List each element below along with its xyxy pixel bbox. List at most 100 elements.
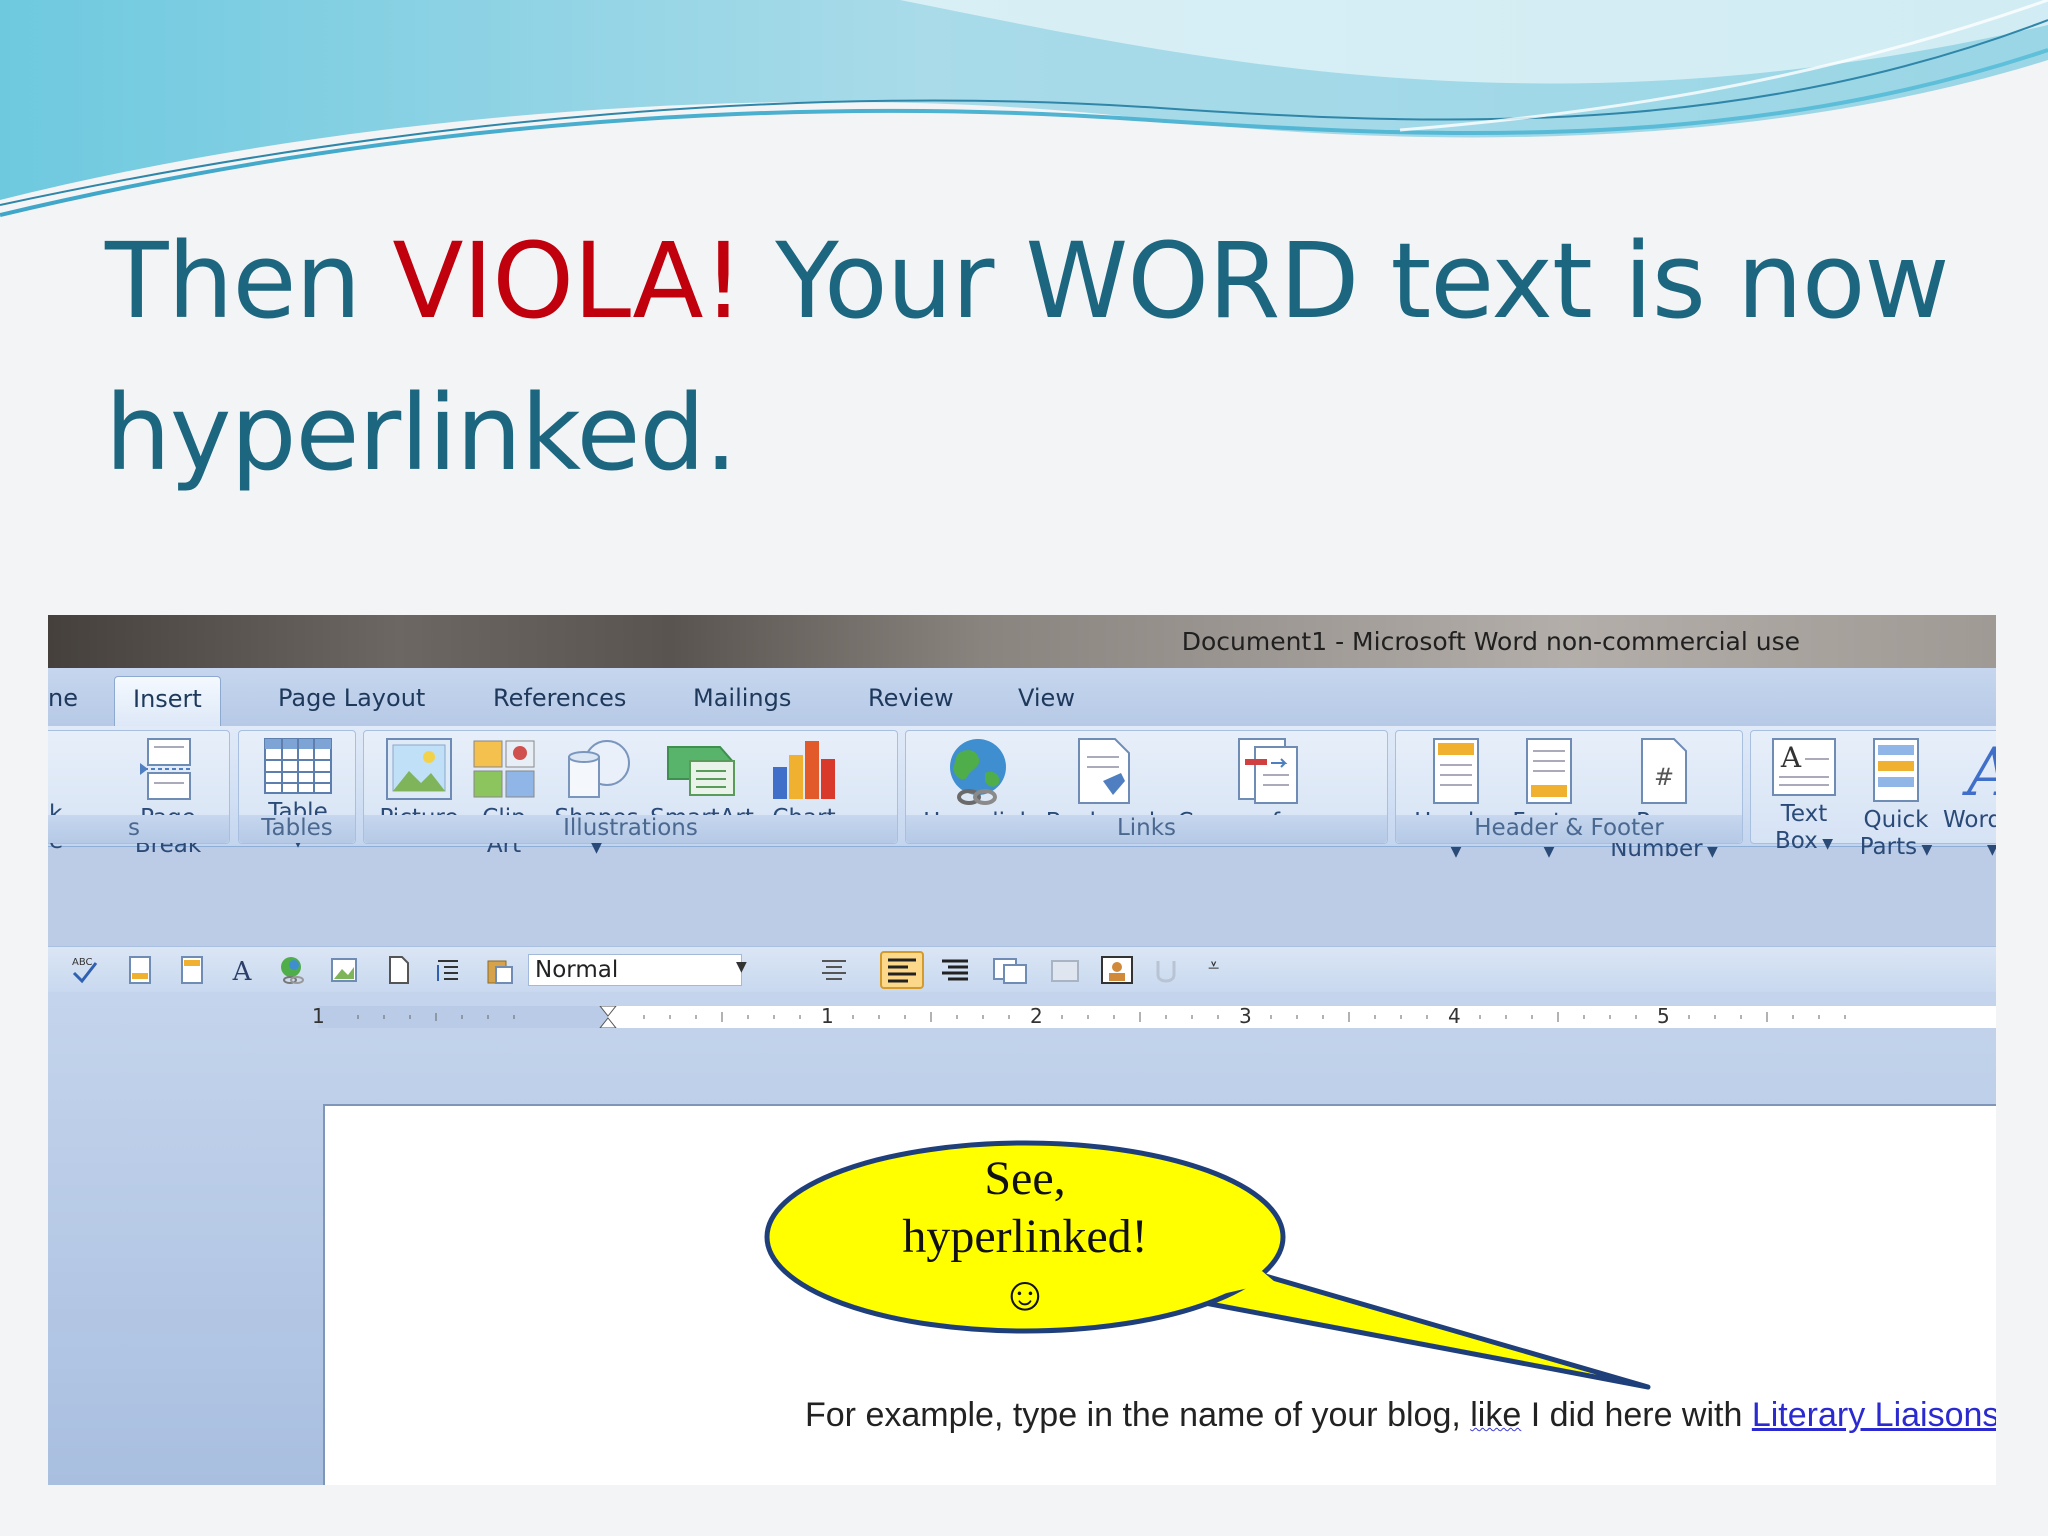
style-select[interactable]: Normal: [528, 954, 742, 986]
header-dropdown-icon: ▼: [1450, 844, 1462, 860]
page-break-icon: [140, 738, 192, 800]
paste-icon[interactable]: [486, 955, 514, 985]
ruler-number: 1: [821, 1004, 834, 1028]
svg-text:A: A: [232, 957, 253, 985]
ruler-number: 4: [1448, 1004, 1461, 1028]
wordart-label: WordA: [1943, 807, 1996, 833]
group-label-header-footer: Header & Footer: [1396, 815, 1742, 843]
text-box-small-icon[interactable]: [992, 955, 1028, 985]
ruler-number: 2: [1030, 1004, 1043, 1028]
horizontal-ruler[interactable]: 1 1 2 3 4 5: [312, 1004, 1996, 1028]
font-color-icon[interactable]: A: [228, 955, 256, 985]
window-titlebar: Document1 - Microsoft Word non-commercia…: [48, 615, 1996, 668]
slide-title: Then VIOLA! Your WORD text is now hyperl…: [105, 205, 1965, 509]
group-header-footer: Header ▼ Footer ▼ # Page: [1395, 730, 1743, 862]
title-accent: VIOLA!: [392, 220, 744, 342]
header-small-icon[interactable]: [126, 955, 154, 985]
ruler-number: 5: [1657, 1004, 1670, 1028]
tab-review[interactable]: Review: [868, 684, 954, 712]
group-illustrations: Picture Clip Art Shapes: [363, 730, 898, 858]
callout-text: See, hyperlinked! ☺: [845, 1150, 1205, 1324]
quick-parts-label-1: Quick: [1863, 807, 1929, 833]
tab-insert[interactable]: Insert: [114, 676, 221, 726]
header-button[interactable]: Header ▼: [1406, 737, 1506, 866]
undo-disabled-icon[interactable]: [1152, 955, 1180, 985]
quick-parts-label-2: Parts: [1859, 834, 1918, 860]
ribbon: k e Page Break s: [48, 726, 1996, 862]
table-icon: [264, 738, 332, 794]
slide-wave-decoration: [0, 0, 2048, 217]
align-right-icon[interactable]: [936, 955, 972, 985]
tab-references[interactable]: References: [493, 684, 626, 712]
ribbon-tabs: ne Insert Page Layout References Mailing…: [48, 668, 1996, 726]
style-dropdown-icon[interactable]: ▼: [736, 959, 747, 975]
shapes-icon: [567, 740, 630, 798]
footer-dropdown-icon: ▼: [1543, 844, 1555, 860]
svg-text:A: A: [1961, 737, 1996, 803]
disabled-tool-icon[interactable]: [1048, 955, 1084, 985]
quick-parts-icon: [1873, 738, 1919, 802]
shapes-button[interactable]: Shapes ▼: [549, 737, 644, 862]
wordart-button[interactable]: A WordA ▼: [1943, 737, 1996, 864]
wordart-icon: A: [1961, 737, 1996, 803]
hyperlink-small-icon[interactable]: [278, 955, 306, 985]
document-text-line[interactable]: For example, type in the name of your bl…: [805, 1396, 1996, 1435]
wordart-dropdown-icon: ▼: [1987, 842, 1996, 858]
text-box-icon: A: [1772, 738, 1836, 796]
ruler-number: 1: [312, 1004, 325, 1028]
footer-button[interactable]: Footer ▼: [1504, 737, 1594, 866]
svg-text:#: #: [1654, 763, 1674, 791]
quick-toolbar: ABC A Normal ▼ ⩡: [48, 946, 1996, 994]
title-prefix: Then: [105, 220, 393, 342]
paragraph-icon[interactable]: [434, 955, 462, 985]
group-label-links: Links: [906, 815, 1387, 843]
tab-home[interactable]: ne: [48, 684, 78, 712]
contact-card-icon[interactable]: [1100, 955, 1134, 985]
ruler-number: 3: [1239, 1004, 1252, 1028]
quick-parts-button[interactable]: Quick Parts ▼: [1851, 737, 1941, 864]
text-box-label-1: Text: [1780, 801, 1828, 827]
tab-mailings[interactable]: Mailings: [693, 684, 791, 712]
align-center-icon[interactable]: [816, 955, 852, 985]
spelling-check-icon[interactable]: ABC: [70, 955, 98, 985]
bookmark-icon: [1078, 738, 1130, 804]
group-tables: Table ▼ Tables: [238, 730, 356, 850]
style-select-value: Normal: [535, 957, 619, 983]
hyperlink-icon: [950, 739, 1006, 805]
doc-text-after: I did here with: [1521, 1396, 1752, 1434]
page-number-icon: #: [1641, 738, 1687, 804]
group-label-tables: Tables: [239, 815, 355, 843]
text-box-dropdown-icon: ▼: [1817, 836, 1833, 852]
chart-icon: [773, 741, 835, 799]
quick-parts-dropdown-icon: ▼: [1917, 842, 1933, 858]
picture-icon: [386, 738, 452, 800]
toolbar-overflow-icon[interactable]: ⩡: [1208, 953, 1219, 977]
tab-page-layout[interactable]: Page Layout: [278, 684, 425, 712]
cross-reference-icon: [1238, 738, 1298, 804]
word-window-screenshot: Document1 - Microsoft Word non-commercia…: [48, 615, 1996, 1485]
doc-text-squiggle: like: [1470, 1396, 1522, 1434]
callout-line-1: See,: [984, 1152, 1066, 1205]
group-label-pages: s: [48, 815, 229, 843]
tab-view[interactable]: View: [1018, 684, 1075, 712]
picture-small-icon[interactable]: [330, 955, 358, 985]
clip-art-icon: [473, 740, 535, 798]
footer-icon: [1526, 738, 1572, 804]
group-pages: k e Page Break s: [48, 730, 230, 858]
group-label-illustrations: Illustrations: [364, 815, 897, 843]
blank-page-icon[interactable]: [384, 955, 412, 985]
smiley-icon: ☺: [1000, 1268, 1050, 1321]
svg-text:A: A: [1780, 741, 1802, 774]
document-hyperlink[interactable]: Literary Liaisons: [1752, 1396, 1996, 1434]
page-number-button[interactable]: # Page Number ▼: [1604, 737, 1724, 866]
svg-text:ABC: ABC: [72, 957, 93, 968]
footer-small-icon[interactable]: [178, 955, 206, 985]
align-left-icon[interactable]: [880, 951, 924, 989]
ruler-ticks: [357, 1006, 1846, 1028]
text-box-button[interactable]: A Text Box ▼: [1759, 737, 1849, 858]
window-title: Document1 - Microsoft Word non-commercia…: [1181, 627, 1800, 656]
header-icon: [1433, 738, 1479, 804]
doc-text-before: For example, type in the name of your bl…: [805, 1396, 1471, 1434]
text-box-label-2: Box: [1775, 828, 1818, 854]
page-number-dropdown-icon: ▼: [1702, 844, 1718, 860]
